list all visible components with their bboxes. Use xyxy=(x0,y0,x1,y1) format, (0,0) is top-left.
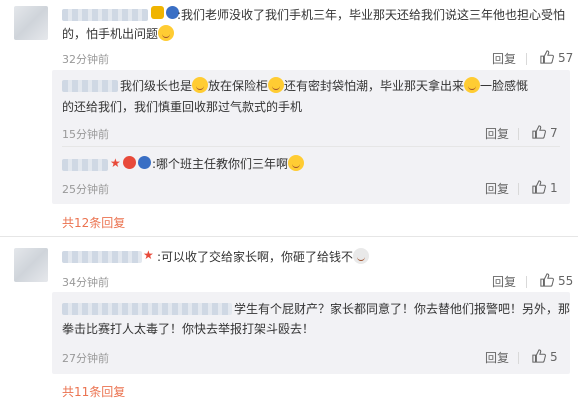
divider xyxy=(518,128,519,140)
timestamp: 32分钟前 xyxy=(62,53,109,66)
thumbs-up-icon xyxy=(532,180,546,194)
thumbs-up-icon xyxy=(532,349,546,363)
divider xyxy=(518,352,519,364)
reply-text: :哪个班主任教你们三年啊 xyxy=(152,155,305,174)
like-count: 1 xyxy=(550,181,558,195)
username[interactable] xyxy=(62,251,142,263)
timestamp: 34分钟前 xyxy=(62,276,109,289)
thumbs-up-icon xyxy=(540,273,554,287)
comment-text-line2: 的，怕手机出问题 xyxy=(62,25,175,44)
smiley-icon xyxy=(192,77,209,93)
like-count: 55 xyxy=(558,274,574,288)
divider xyxy=(526,276,527,288)
reply-divider xyxy=(62,146,560,147)
reply-text-line2: 拳击比赛打人太毒了！你快去举报打架斗殴去！ xyxy=(62,322,315,336)
like-count: 7 xyxy=(550,126,558,140)
like-count: 5 xyxy=(550,350,558,364)
user-badges: ★ xyxy=(143,248,154,262)
comment-text: :我们老师没收了我们手机三年，毕业那天还给我们说这三年他也担心受怕 xyxy=(177,8,566,22)
username[interactable] xyxy=(62,9,148,21)
like-count: 57 xyxy=(558,51,574,65)
reply-username[interactable] xyxy=(62,303,232,315)
reply-username[interactable] xyxy=(62,80,118,92)
comment-text: :可以收了交给家长啊，你砸了给钱不 xyxy=(157,248,370,267)
like-button[interactable]: 7 xyxy=(532,125,558,140)
reply-button[interactable]: 回复 xyxy=(485,180,509,197)
comment-divider xyxy=(0,236,578,237)
like-button[interactable]: 57 xyxy=(540,50,573,65)
smiley-icon xyxy=(268,77,285,93)
member-badge-icon xyxy=(137,156,151,169)
reply-user-badges: ★ xyxy=(110,156,151,170)
reply-button[interactable]: 回复 xyxy=(485,349,509,366)
avatar[interactable] xyxy=(14,248,48,282)
smiley-icon xyxy=(288,155,305,171)
reply-text-line2: 的还给我们，我们慎重回收那过气款式的手机 xyxy=(62,100,303,114)
like-button[interactable]: 55 xyxy=(540,273,573,288)
divider xyxy=(518,183,519,195)
like-button[interactable]: 1 xyxy=(532,180,558,195)
user-badges xyxy=(149,6,179,20)
reply-text: 我们级长也是 放在保险柜 还有密封袋怕潮，毕业那天拿出来 一脸感慨 xyxy=(120,77,529,93)
reply-button[interactable]: 回复 xyxy=(492,273,516,290)
smiley-icon xyxy=(158,25,175,41)
vip-badge-icon xyxy=(151,6,164,19)
avatar[interactable] xyxy=(14,6,48,40)
timestamp: 15分钟前 xyxy=(62,128,109,141)
view-more-replies-link[interactable]: 共12条回复 xyxy=(62,214,125,231)
medal-badge-icon xyxy=(122,156,136,169)
timestamp: 27分钟前 xyxy=(62,352,109,365)
reply-text: 学生有个屁财产？家长都同意了！你去替他们报警吧！另外，那 xyxy=(234,302,571,316)
smiley-icon xyxy=(464,77,481,93)
timestamp: 25分钟前 xyxy=(62,183,109,196)
thumbs-up-icon xyxy=(540,50,554,64)
thumbs-up-icon xyxy=(532,125,546,139)
reply-button[interactable]: 回复 xyxy=(492,50,516,67)
star-badge-icon: ★ xyxy=(110,156,121,170)
like-button[interactable]: 5 xyxy=(532,349,558,364)
smiley-icon xyxy=(353,248,370,264)
reply-button[interactable]: 回复 xyxy=(485,125,509,142)
divider xyxy=(526,53,527,65)
view-more-replies-link[interactable]: 共11条回复 xyxy=(62,383,125,400)
star-badge-icon: ★ xyxy=(143,248,154,262)
reply-username[interactable] xyxy=(62,159,108,171)
